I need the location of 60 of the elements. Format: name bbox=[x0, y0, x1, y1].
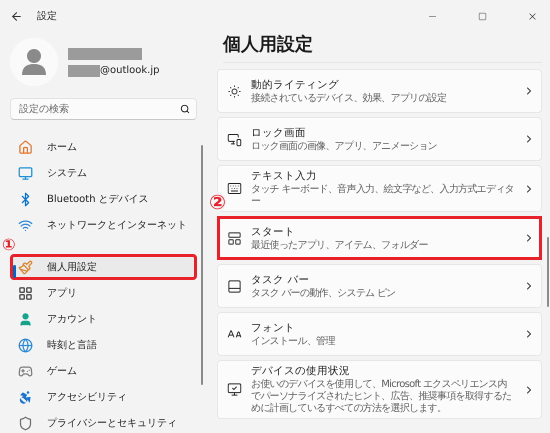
selection-indicator bbox=[13, 265, 16, 278]
sun-icon bbox=[227, 84, 242, 98]
nav-item[interactable]: アカウント bbox=[10, 306, 197, 332]
card-title: テキスト入力 bbox=[251, 169, 318, 183]
shield-icon bbox=[18, 416, 33, 430]
search-icon bbox=[180, 104, 190, 114]
gamepad-icon bbox=[18, 364, 33, 378]
account-email: @outlook.jp bbox=[100, 65, 160, 76]
settings-card[interactable]: デバイスの使用状況 お使いのデバイスを使用して、Microsoft エクスペリエンス内でパーソナライズされたヒント、広告、推奨事項を取得するために計画しているすべての方法を選択します。 bbox=[217, 360, 542, 419]
card-description: タッチ キーボード、音声入力、絵文字など、入力方式エディター bbox=[251, 184, 514, 208]
scrollbar[interactable] bbox=[201, 145, 203, 385]
nav-item[interactable]: システム bbox=[10, 160, 197, 186]
window-title: 設定 bbox=[37, 10, 58, 23]
settings-card[interactable]: ロック画面 ロック画面の画像、アプリ、アニメーション bbox=[217, 117, 542, 161]
settings-card[interactable]: タスク バー タスク バーの動作、システム ピン bbox=[217, 264, 542, 308]
monitor-icon bbox=[18, 166, 33, 180]
person-icon bbox=[18, 312, 33, 326]
close-icon bbox=[526, 10, 538, 22]
scrollbar[interactable] bbox=[547, 237, 549, 307]
callout-number: ② bbox=[209, 192, 226, 212]
settings-card[interactable]: スタート 最近使ったアプリ、アイテム、フォルダー bbox=[217, 216, 542, 260]
keyboard-icon bbox=[227, 181, 242, 196]
maximize-icon bbox=[478, 12, 486, 20]
monitor-check-icon bbox=[227, 382, 242, 397]
card-description: お使いのデバイスを使用して、Microsoft エクスペリエンス内でパーソナライズされたヒント、広告、推奨事項を取得するために計画しているすべての方法を選択します。 bbox=[251, 379, 512, 415]
avatar bbox=[10, 38, 58, 86]
card-title: フォント bbox=[251, 320, 296, 334]
nav-item[interactable]: プライバシーとセキュリティ bbox=[10, 410, 197, 433]
nav-item[interactable]: ゲーム bbox=[10, 358, 197, 384]
card-description: タスク バーの動作、システム ピン bbox=[251, 288, 396, 300]
card-title: ロック画面 bbox=[251, 126, 307, 140]
nav-item[interactable]: 時刻と言語 bbox=[10, 332, 197, 358]
settings-card[interactable]: 動的ライティング 接続されているデバイス、効果、アプリの設定 bbox=[217, 69, 542, 113]
redaction-bar bbox=[68, 64, 100, 76]
nav-item[interactable]: ネットワークとインターネット bbox=[10, 212, 197, 238]
card-description: 最近使ったアプリ、アイテム、フォルダー bbox=[251, 240, 429, 252]
card-description: ロック画面の画像、アプリ、アニメーション bbox=[251, 140, 438, 152]
search-field[interactable]: 設定の検索 bbox=[10, 98, 197, 120]
start-menu-icon bbox=[227, 230, 242, 246]
accessibility-icon bbox=[18, 390, 33, 404]
card-description: インストール、管理 bbox=[251, 336, 336, 348]
taskbar-icon bbox=[227, 278, 242, 294]
back-icon[interactable] bbox=[10, 10, 23, 22]
home-icon bbox=[18, 140, 33, 154]
paintbrush-icon bbox=[18, 260, 33, 274]
card-title: デバイスの使用状況 bbox=[251, 364, 351, 378]
nav-item[interactable]: アクセシビリティ bbox=[10, 384, 197, 410]
apps-icon bbox=[18, 286, 33, 300]
nav-item[interactable]: 個人用設定 bbox=[10, 254, 197, 280]
nav-item[interactable]: Bluetooth とデバイス bbox=[10, 186, 197, 212]
card-description: 接続されているデバイス、効果、アプリの設定 bbox=[251, 92, 448, 104]
card-title: タスク バー bbox=[251, 272, 310, 286]
card-title: 動的ライティング bbox=[251, 78, 340, 92]
wifi-icon bbox=[18, 218, 33, 232]
nav-item[interactable]: アプリ bbox=[10, 280, 197, 306]
settings-card[interactable]: フォント インストール、管理 bbox=[217, 312, 542, 356]
callout-number: ① bbox=[2, 237, 16, 253]
card-title: スタート bbox=[251, 224, 296, 238]
page-title: 個人用設定 bbox=[223, 32, 542, 63]
nav-item[interactable]: ホーム bbox=[10, 134, 197, 160]
